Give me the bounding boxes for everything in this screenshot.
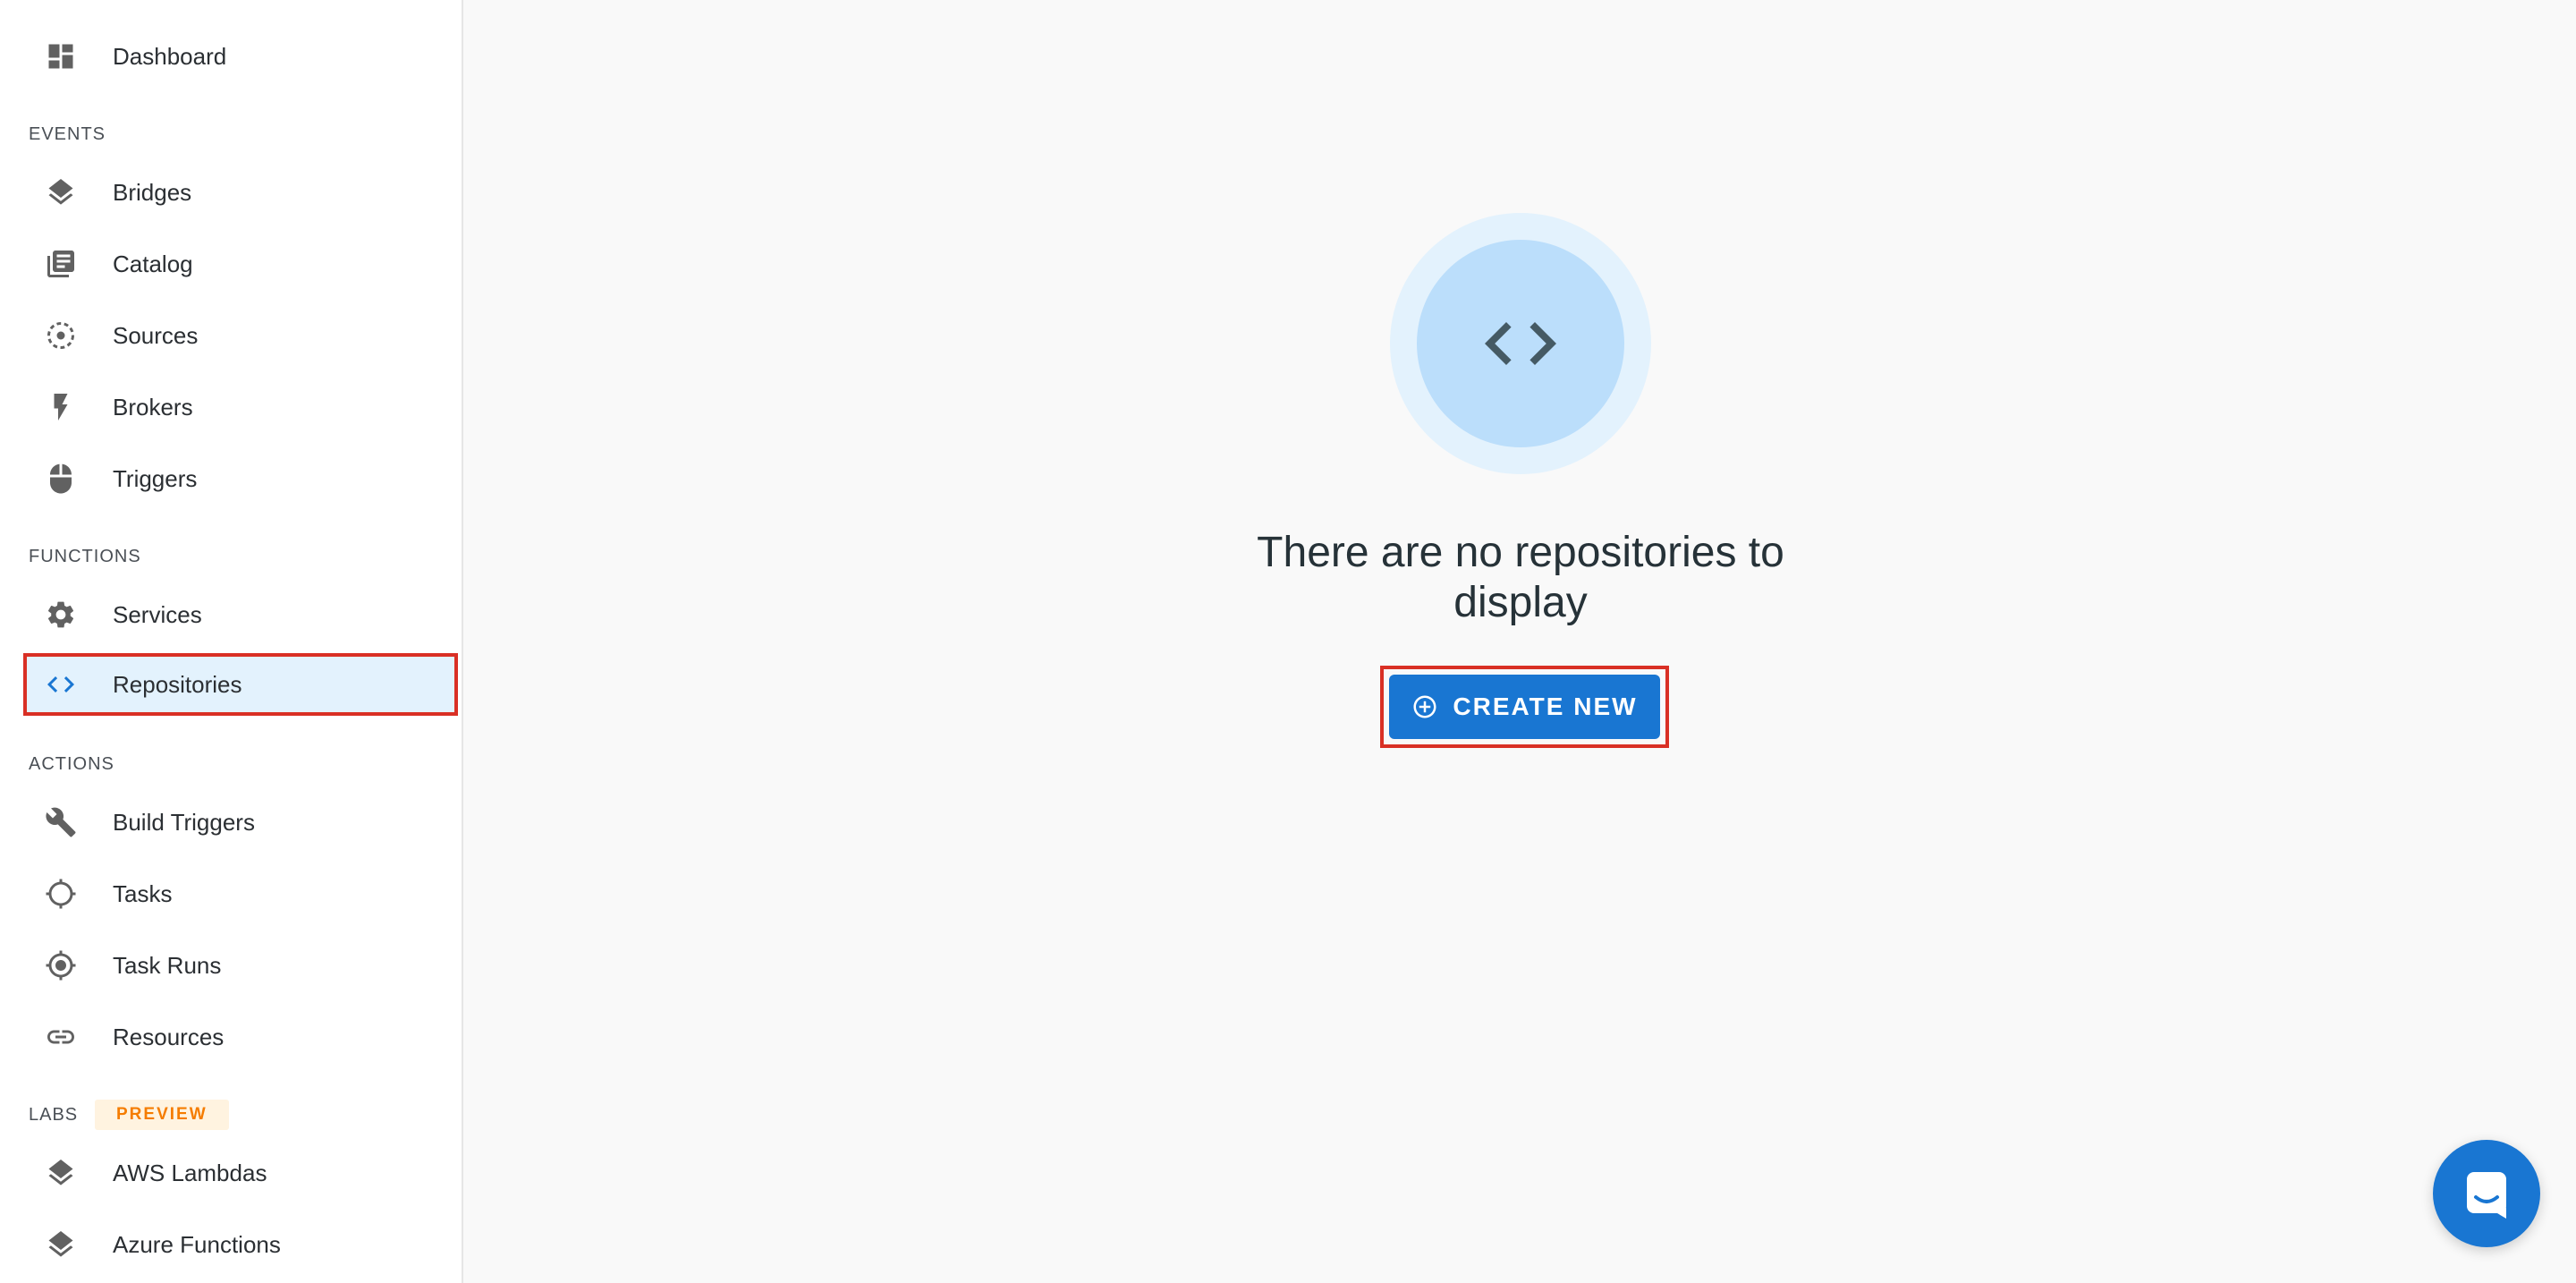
sidebar-item-label: Brokers (113, 393, 193, 421)
section-label-events: EVENTS (29, 124, 106, 144)
empty-state-inner-circle (1417, 240, 1624, 447)
sidebar-item-dashboard[interactable]: Dashboard (25, 25, 458, 88)
preview-badge: PREVIEW (95, 1100, 229, 1130)
sidebar-item-label: Services (113, 600, 202, 628)
empty-state-title-line2: display (1453, 579, 1588, 626)
crosshair-icon (43, 876, 79, 912)
section-label-functions: FUNCTIONS (29, 547, 141, 566)
layers-icon (43, 174, 79, 210)
link-icon (43, 1019, 79, 1055)
sidebar-item-brokers[interactable]: Brokers (25, 376, 458, 438)
section-label-labs: LABS (29, 1105, 79, 1125)
sidebar-item-label: AWS Lambdas (113, 1159, 267, 1186)
lightning-bolt-icon (43, 389, 79, 425)
sidebar-item-label: Task Runs (113, 951, 222, 979)
sidebar-item-label: Catalog (113, 250, 193, 277)
mouse-icon (43, 461, 79, 497)
dashed-circle-dot-icon (43, 318, 79, 353)
create-new-label: CREATE NEW (1453, 692, 1638, 720)
sidebar-item-label: Sources (113, 321, 199, 349)
sidebar-item-task-runs[interactable]: Task Runs (25, 934, 458, 997)
code-icon (1485, 322, 1556, 365)
sidebar-item-label: Resources (113, 1023, 225, 1050)
sidebar-item-bridges[interactable]: Bridges (25, 161, 458, 224)
layers-icon (43, 1227, 79, 1262)
sidebar-item-label: Dashboard (113, 42, 227, 70)
sidebar-item-build-triggers[interactable]: Build Triggers (25, 791, 458, 854)
sidebar-item-label: Azure Functions (113, 1230, 281, 1258)
sidebar-item-services[interactable]: Services (25, 583, 458, 646)
sidebar-item-tasks[interactable]: Tasks (25, 862, 458, 925)
sidebar-item-aws-lambdas[interactable]: AWS Lambdas (25, 1142, 458, 1204)
empty-state-illustration (1390, 213, 1651, 474)
sidebar-item-label: Triggers (113, 464, 198, 492)
empty-state-title-line1: There are no repositories to (1257, 529, 1784, 576)
dashboard-icon (43, 38, 79, 74)
sidebar-item-label: Tasks (113, 879, 173, 907)
sidebar-item-triggers[interactable]: Triggers (25, 447, 458, 510)
sidebar-item-repositories[interactable]: Repositories (23, 653, 458, 716)
sidebar-item-azure-functions[interactable]: Azure Functions (25, 1213, 458, 1276)
sidebar-item-label: Repositories (113, 670, 242, 698)
sidebar: Dashboard EVENTS Bridges Catalog Sources… (0, 0, 463, 1283)
sidebar-item-resources[interactable]: Resources (25, 1006, 458, 1068)
empty-state-title: There are no repositories to display (1163, 528, 1878, 628)
layers-icon (43, 1155, 79, 1191)
library-books-icon (43, 246, 79, 282)
gear-icon (43, 597, 79, 633)
sidebar-item-label: Build Triggers (113, 808, 255, 836)
sidebar-item-label: Bridges (113, 178, 192, 206)
wrench-icon (43, 804, 79, 840)
target-icon (43, 947, 79, 983)
code-icon (43, 667, 79, 702)
section-label-actions: ACTIONS (29, 754, 114, 774)
chat-launcher-button[interactable] (2433, 1140, 2540, 1247)
sidebar-item-catalog[interactable]: Catalog (25, 233, 458, 295)
chat-icon (2467, 1172, 2506, 1219)
sidebar-item-sources[interactable]: Sources (25, 304, 458, 367)
create-new-highlight: CREATE NEW (1380, 666, 1669, 748)
add-circle-outline-icon (1411, 693, 1438, 720)
create-new-button[interactable]: CREATE NEW (1389, 675, 1660, 739)
